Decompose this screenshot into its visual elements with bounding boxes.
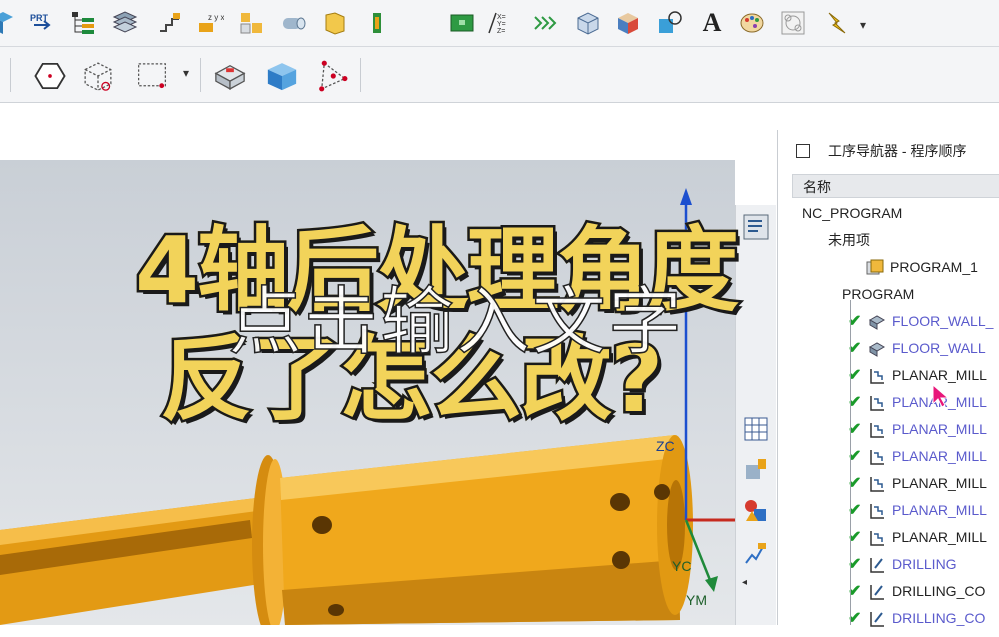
mouse-cursor-icon	[932, 384, 950, 408]
operation-navigator: 工序导航器 - 程序顺序 名称 NC_PROGRAM 未用项 PROGRAM_1 PR…	[777, 130, 999, 628]
navigator-row-label: DRILLING_CO	[892, 583, 986, 599]
palette-icon[interactable]	[737, 8, 767, 38]
toolbar-separator	[200, 58, 201, 92]
xyz-coords-icon[interactable]: z y x	[195, 8, 225, 38]
top-toolbar: PRT z y x X= Y= Z= A ▾	[0, 0, 999, 47]
navigator-tab-icon[interactable]	[742, 213, 770, 241]
navigator-row-label: 未用项	[828, 232, 870, 248]
grid-table-icon[interactable]	[742, 415, 770, 443]
navigator-row-label: FLOOR_WALL_	[892, 313, 994, 329]
selection-dropdown-arrow[interactable]: ▾	[183, 66, 189, 80]
layers-icon[interactable]	[110, 8, 140, 38]
toolbar-separator	[10, 58, 11, 92]
navigator-row-label: PLANAR_MILL	[892, 421, 987, 437]
toolbar-separator	[360, 58, 361, 92]
toolpath-icon[interactable]	[742, 539, 770, 567]
floor-wall-icon	[868, 340, 886, 358]
lightning-icon[interactable]	[822, 8, 852, 38]
text-icon[interactable]: A	[697, 8, 727, 38]
svg-text:z y x: z y x	[208, 13, 224, 22]
navigator-row-label: PLANAR_MILL	[892, 502, 987, 518]
navigator-row-label: PROGRAM	[842, 286, 915, 302]
text-input-placeholder[interactable]: 点击输入文字	[227, 262, 684, 369]
planar-mill-icon	[868, 421, 886, 439]
resource-bar: ◂	[735, 205, 776, 625]
navigator-row-label: PLANAR_MILL	[892, 448, 987, 464]
hexagon-icon[interactable]	[32, 58, 68, 94]
axis-label-zc: ZC	[656, 438, 675, 454]
cube-icon[interactable]	[0, 8, 18, 38]
navigator-row-label: FLOOR_WALL	[892, 340, 986, 356]
tree-icon[interactable]	[68, 8, 98, 38]
navigator-row-label: DRILLING_CO	[892, 610, 986, 626]
svg-text:X=: X=	[497, 14, 506, 21]
navigator-pin-checkbox[interactable]	[796, 144, 810, 158]
box-icon[interactable]	[573, 8, 603, 38]
wire-cube-icon[interactable]	[78, 56, 118, 96]
tree-connector-line	[850, 300, 851, 625]
collapse-arrow[interactable]: ◂	[742, 577, 747, 588]
navigator-row-label: PLANAR_MILL	[892, 475, 987, 491]
color-cube-icon[interactable]	[613, 8, 643, 38]
triangle-nodes-icon[interactable]	[312, 56, 352, 96]
navigator-row-label: NC_PROGRAM	[802, 205, 903, 221]
equation-icon[interactable]: X= Y= Z=	[485, 8, 515, 38]
color-shapes-icon[interactable]	[742, 497, 770, 525]
machine-tool-icon[interactable]	[742, 455, 770, 483]
planar-mill-icon	[868, 502, 886, 520]
solid-block-icon[interactable]	[210, 56, 250, 96]
planar-mill-icon	[868, 448, 886, 466]
drilling-icon	[868, 583, 886, 601]
face-icon[interactable]	[320, 8, 350, 38]
navigator-title: 工序导航器 - 程序顺序	[828, 143, 967, 159]
circles-icon[interactable]	[778, 8, 808, 38]
column-header-name[interactable]: 名称	[792, 174, 999, 198]
floor-wall-icon	[868, 313, 886, 331]
cylinder-icon[interactable]	[278, 8, 308, 38]
lines-icon[interactable]	[530, 8, 560, 38]
planar-mill-icon	[868, 475, 886, 493]
planar-mill-icon	[868, 367, 886, 385]
drill-icon[interactable]	[362, 8, 392, 38]
svg-text:Y=: Y=	[497, 21, 506, 28]
navigator-row-label: PLANAR_MILL	[892, 529, 987, 545]
drilling-icon	[868, 610, 886, 628]
transform-icon[interactable]	[655, 8, 685, 38]
drilling-icon	[868, 556, 886, 574]
rectangle-icon[interactable]	[447, 8, 477, 38]
planar-mill-icon	[868, 529, 886, 547]
more-tools-arrow[interactable]: ▾	[860, 18, 866, 32]
prt-icon[interactable]: PRT	[27, 8, 57, 38]
axis-label-ym: YM	[686, 592, 707, 608]
steps-icon[interactable]	[155, 8, 185, 38]
program-icon	[866, 259, 884, 277]
axis-label-yc: YC	[672, 558, 692, 574]
navigator-title-bar: 工序导航器 - 程序顺序	[778, 130, 999, 172]
blocks-icon[interactable]	[237, 8, 267, 38]
svg-text:Z=: Z=	[497, 28, 505, 35]
planar-mill-icon	[868, 394, 886, 412]
selection-box-icon[interactable]	[132, 58, 172, 94]
navigator-row-label: PROGRAM_1	[890, 259, 978, 275]
navigator-row-label: DRILLING	[892, 556, 957, 572]
blue-cube-icon[interactable]	[262, 56, 302, 96]
